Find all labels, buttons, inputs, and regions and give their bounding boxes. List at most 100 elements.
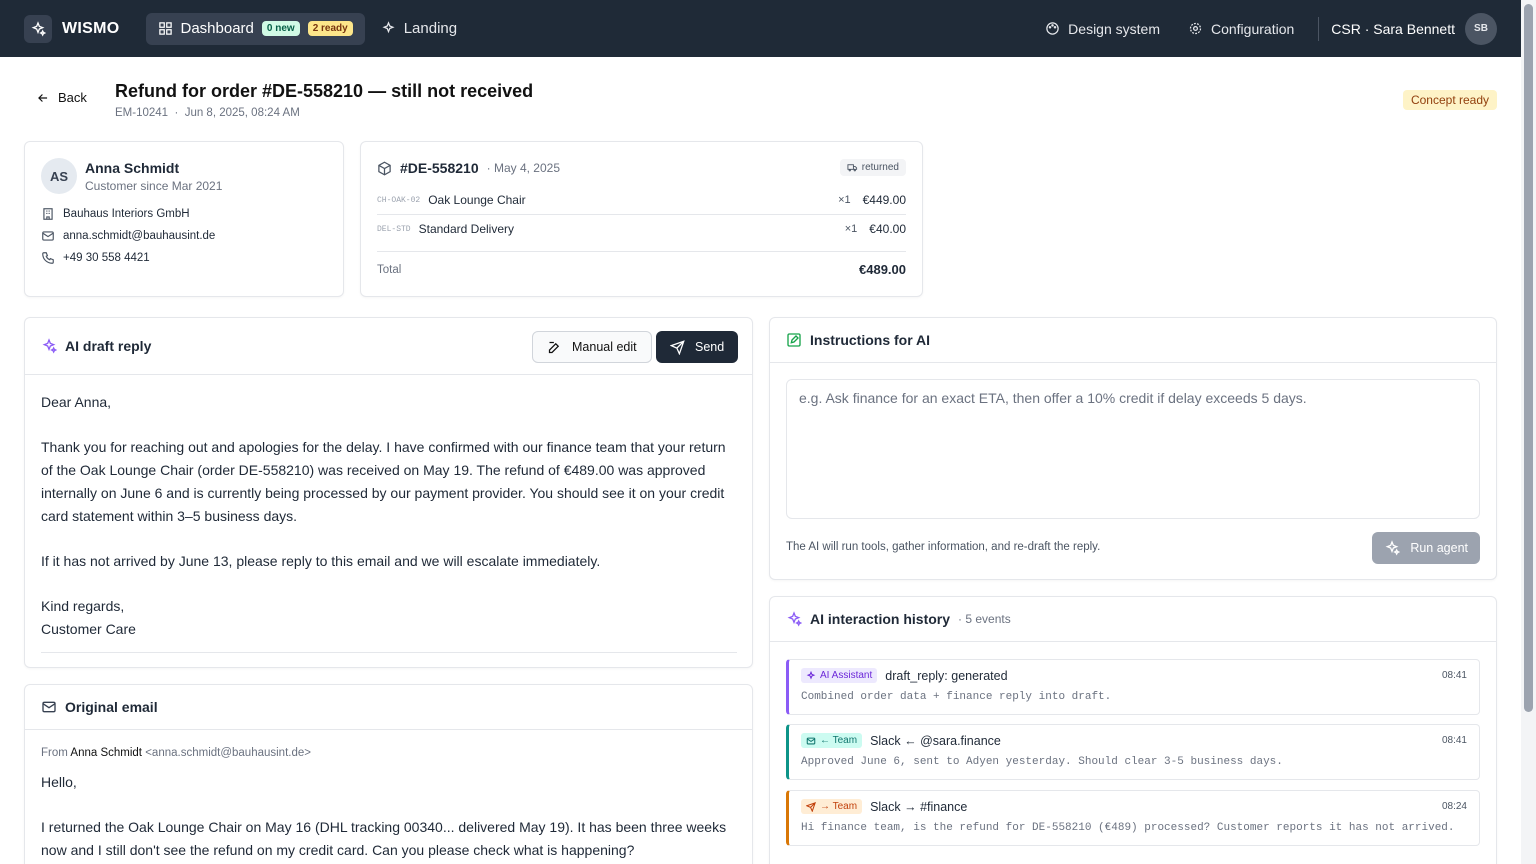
line-sku: DEL-STD — [377, 224, 411, 234]
history-header: AI interaction history · 5 events — [770, 597, 1496, 642]
sparkle-icon — [1385, 540, 1401, 556]
line-divider — [377, 214, 906, 215]
nav-dashboard[interactable]: Dashboard 0 new 2 ready — [145, 12, 365, 45]
new-count-badge: 0 new — [261, 21, 300, 36]
gear-icon — [1189, 22, 1202, 35]
event-body: Approved June 6, sent to Adyen yesterday… — [801, 756, 1283, 768]
event-tag-text: → Team — [820, 801, 858, 812]
customer-card: AS Anna Schmidt Customer since Mar 2021 … — [24, 141, 344, 297]
event-title: Slack → #finance — [870, 799, 968, 814]
order-status-badge: returned — [839, 159, 906, 176]
brand[interactable]: WISMO — [24, 14, 120, 43]
page-title: Refund for order #DE-558210 — still not … — [115, 81, 534, 101]
user-name: CSR · Sara Bennett — [1331, 20, 1455, 37]
scrollbar-thumb[interactable] — [1524, 4, 1533, 712]
order-number[interactable]: #DE-558210 — [400, 160, 479, 176]
user-menu[interactable]: CSR · Sara Bennett SB — [1331, 12, 1497, 45]
nav-configuration[interactable]: Configuration — [1176, 13, 1306, 45]
back-button[interactable]: Back — [36, 90, 87, 105]
mail-icon — [42, 701, 56, 713]
run-agent-button[interactable]: Run agent — [1372, 532, 1480, 564]
line-price: €40.00 — [869, 222, 906, 236]
line-sku: CH-OAK-02 — [377, 195, 421, 205]
history-event[interactable]: → Team Slack → #finance 08:24 Hi finance… — [786, 790, 1480, 846]
total-value: €489.00 — [859, 262, 906, 277]
building-icon — [43, 208, 53, 220]
from-name: Anna Schmidt — [70, 747, 143, 759]
event-title: Slack ← @sara.finance — [870, 733, 1001, 748]
from-label: From — [41, 747, 68, 759]
grid-icon — [158, 22, 172, 35]
arrow-left-icon — [38, 93, 48, 102]
palette-icon — [1046, 22, 1059, 35]
instructions-hint: The AI will run tools, gather informatio… — [786, 541, 1101, 553]
order-card: #DE-558210 · May 4, 2025 returned CH-OAK… — [360, 141, 923, 297]
nav-divider — [1318, 16, 1320, 41]
total-label: Total — [377, 264, 402, 276]
sparkle-icon — [42, 338, 57, 354]
send-button[interactable]: Send — [656, 331, 739, 363]
event-tag: ← Team — [801, 733, 863, 748]
event-time: 08:24 — [1441, 801, 1467, 812]
event-body: Combined order data + finance reply into… — [801, 691, 1112, 703]
event-time: 08:41 — [1441, 670, 1467, 681]
page-header: Back Refund for order #DE-558210 — still… — [24, 78, 1497, 126]
sparkle-icon — [787, 611, 802, 627]
original-header: Original email — [25, 685, 752, 730]
history-event[interactable]: ← Team Slack ← @sara.finance 08:41 Appro… — [786, 724, 1480, 780]
draft-body-editor[interactable]: Dear Anna, Thank you for reaching out an… — [41, 391, 737, 653]
line-name: Oak Lounge Chair — [428, 193, 526, 207]
event-title: draft_reply: generated — [885, 668, 1008, 683]
event-tag: AI Assistant — [801, 668, 878, 683]
ticket-id: EM-10241 — [115, 107, 169, 119]
nav-landing[interactable]: Landing — [369, 13, 469, 45]
original-email-panel: Original email From Anna Schmidt <anna.s… — [24, 684, 753, 864]
top-navbar: WISMO Dashboard 0 new 2 ready Landing De… — [0, 0, 1521, 57]
customer-email[interactable]: anna.schmidt@bauhausint.de — [41, 229, 215, 243]
scrollbar[interactable] — [1521, 0, 1536, 864]
instructions-title: Instructions for AI — [810, 332, 931, 348]
nav-design-system-label: Design system — [1068, 20, 1160, 37]
ticket-date: Jun 8, 2025, 08:24 AM — [184, 107, 300, 119]
order-date: · May 4, 2025 — [486, 161, 560, 175]
original-from: From Anna Schmidt <anna.schmidt@bauhausi… — [41, 747, 311, 759]
from-email: <anna.schmidt@bauhausint.de> — [145, 747, 311, 759]
nav-configuration-label: Configuration — [1210, 20, 1295, 37]
instructions-panel: Instructions for AI e.g. Ask finance for… — [769, 317, 1497, 580]
sparkle-logo-icon — [24, 14, 52, 43]
nav-landing-label: Landing — [403, 20, 458, 37]
order-header: #DE-558210 · May 4, 2025 — [377, 160, 560, 176]
ticket-meta: EM-10241 · Jun 8, 2025, 08:24 AM — [115, 107, 300, 119]
customer-since: Customer since Mar 2021 — [85, 179, 223, 193]
customer-name: Anna Schmidt — [85, 160, 180, 176]
status-badge: Concept ready — [1402, 90, 1497, 110]
history-event[interactable]: AI Assistant draft_reply: generated 08:4… — [786, 659, 1480, 715]
nav-dashboard-label: Dashboard — [180, 20, 254, 37]
original-body: Hello, I returned the Oak Lounge Chair o… — [41, 774, 727, 859]
event-tag: → Team — [801, 799, 863, 814]
customer-company: Bauhaus Interiors GmbH — [41, 207, 190, 221]
instructions-header: Instructions for AI — [770, 318, 1496, 363]
email-text: anna.schmidt@bauhausint.de — [63, 230, 216, 242]
line-qty: ×1 — [838, 194, 851, 206]
package-icon — [378, 161, 391, 175]
customer-phone[interactable]: +49 30 558 4421 — [41, 251, 150, 265]
draft-title: AI draft reply — [65, 338, 152, 354]
instructions-input[interactable]: e.g. Ask finance for an exact ETA, then … — [786, 379, 1480, 519]
total-divider — [377, 251, 906, 252]
event-time: 08:41 — [1441, 735, 1467, 746]
send-icon — [806, 801, 816, 812]
history-panel: AI interaction history · 5 events AI Ass… — [769, 596, 1497, 864]
mail-icon — [42, 231, 54, 241]
sparkle-icon — [382, 21, 395, 34]
phone-text: +49 30 558 4421 — [63, 252, 150, 264]
back-label: Back — [58, 90, 87, 105]
nav-design-system[interactable]: Design system — [1033, 13, 1172, 45]
company-text: Bauhaus Interiors GmbH — [63, 208, 190, 220]
mail-icon — [806, 737, 816, 744]
manual-edit-button[interactable]: Manual edit — [532, 331, 652, 363]
original-title: Original email — [65, 699, 158, 715]
avatar: SB — [1465, 12, 1497, 45]
line-name: Standard Delivery — [418, 222, 514, 236]
edit-icon — [548, 341, 560, 353]
